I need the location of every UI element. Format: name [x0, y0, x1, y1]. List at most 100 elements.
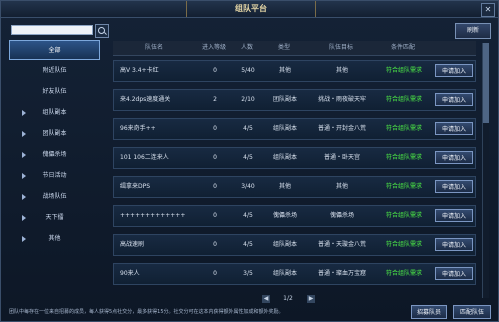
table-row[interactable]: 高V 3.4+卡红 0 5/40 其他 其他 符合组队需求 申请加入 — [113, 60, 476, 82]
entry-level: 2 — [213, 96, 217, 103]
chevron-right-icon — [22, 173, 26, 179]
social-points-tip: 团队中每存在一位来自招募的成员，每人获得5点社交分，最多获得15分。社交分可在这… — [9, 309, 284, 315]
next-page-button[interactable]: ▶ — [307, 295, 315, 303]
entry-level: 0 — [213, 241, 217, 248]
apply-join-button[interactable]: 申请加入 — [435, 64, 473, 77]
team-type: 傀儡杀场 — [272, 212, 297, 219]
column-header-count: 人数 — [240, 44, 253, 51]
search-input[interactable] — [11, 25, 93, 35]
match-status: 符合组队需求 — [385, 212, 422, 219]
match-status: 符合组队需求 — [385, 125, 422, 132]
table-row[interactable]: 高战速刷 0 4/5 组队副本 普通・天璇金八荒 符合组队需求 申请加入 — [113, 234, 476, 256]
sidebar-item-festival[interactable]: 节日活动 — [9, 166, 100, 186]
window-title: 组队平台 — [235, 4, 267, 13]
team-target: 普通・卧天宫 — [323, 154, 360, 161]
column-header-type: 类型 — [277, 44, 290, 51]
team-name: 101 106二连来人 — [120, 154, 169, 161]
title-bar: 组队平台 ✕ — [1, 1, 498, 18]
member-count: 4/5 — [243, 125, 253, 132]
match-status: 符合组队需求 — [385, 154, 422, 161]
member-count: 3/5 — [243, 270, 253, 277]
sidebar-item-raid[interactable]: 团队副本 — [9, 124, 100, 144]
team-name: 96来奇手++ — [120, 125, 156, 132]
chevron-right-icon — [22, 131, 26, 137]
member-count: 4/5 — [243, 212, 253, 219]
entry-level: 0 — [213, 154, 217, 161]
team-platform-window: 组队平台 ✕ 刷新 全部 附近队伍 好友队伍 组队副本 团队副本 傀儡杀场 节日… — [0, 0, 499, 322]
sidebar-item-other[interactable]: 其他 — [9, 229, 100, 249]
table-row[interactable]: 90来人 0 3/5 组队副本 普通・璨血万宝窟 符合组队需求 申请加入 — [113, 263, 476, 285]
team-target: 傀儡杀场 — [329, 212, 354, 219]
chevron-right-icon — [22, 194, 26, 200]
sidebar-item-nearby[interactable]: 附近队伍 — [9, 61, 100, 81]
match-status: 符合组队需求 — [385, 183, 422, 190]
team-target: 其他 — [335, 183, 348, 190]
column-header-name: 队伍名 — [144, 44, 163, 51]
match-status: 符合组队需求 — [385, 270, 422, 277]
sidebar-item-label: 节日活动 — [42, 172, 67, 179]
apply-join-button[interactable]: 申请加入 — [435, 209, 473, 222]
sidebar-item-puppet[interactable]: 傀儡杀场 — [9, 145, 100, 165]
member-count: 3/40 — [241, 183, 255, 190]
team-name: 90来人 — [120, 270, 140, 277]
sidebar-item-all[interactable]: 全部 — [9, 40, 100, 60]
sidebar-item-label: 战场队伍 — [42, 193, 67, 200]
page-indicator: 1/2 — [283, 295, 293, 302]
apply-join-button[interactable]: 申请加入 — [435, 238, 473, 251]
prev-page-button[interactable]: ◀ — [262, 295, 270, 303]
table-header: 队伍名 进入等级 人数 类型 队伍目标 条件匹配 — [113, 41, 476, 56]
sidebar-item-label: 团队副本 — [42, 130, 67, 137]
team-type: 组队副本 — [272, 241, 297, 248]
apply-join-button[interactable]: 申请加入 — [435, 93, 473, 106]
member-count: 2/10 — [241, 96, 255, 103]
chevron-right-icon — [22, 110, 26, 116]
entry-level: 0 — [213, 125, 217, 132]
column-header-match: 条件匹配 — [390, 44, 415, 51]
apply-join-button[interactable]: 申请加入 — [435, 180, 473, 193]
team-type: 组队副本 — [272, 154, 297, 161]
table-row[interactable]: 来4.2dps速度通关 2 2/10 团队副本 挑战・雨夜破天牢 符合组队需求 … — [113, 89, 476, 111]
sidebar-item-battlefield[interactable]: 战场队伍 — [9, 187, 100, 207]
apply-join-button[interactable]: 申请加入 — [435, 122, 473, 135]
member-count: 4/5 — [243, 154, 253, 161]
table-row[interactable]: 96来奇手++ 0 4/5 组队副本 普通・开封金八荒 符合组队需求 申请加入 — [113, 118, 476, 140]
recruit-members-button[interactable]: 招募队员 — [411, 305, 447, 319]
table-scrollbar[interactable] — [482, 43, 489, 298]
team-type: 组队副本 — [272, 270, 297, 277]
team-target: 普通・璨血万宝窟 — [317, 270, 366, 277]
team-name: 缉拿来DPS — [120, 183, 151, 190]
team-target: 其他 — [335, 67, 348, 74]
chevron-right-icon — [22, 152, 26, 158]
entry-level: 0 — [213, 212, 217, 219]
table-row[interactable]: 缉拿来DPS 0 3/40 其他 其他 符合组队需求 申请加入 — [113, 176, 476, 198]
team-name: 高V 3.4+卡红 — [120, 67, 159, 74]
table-row[interactable]: +++++++++++++ 0 4/5 傀儡杀场 傀儡杀场 符合组队需求 申请加… — [113, 205, 476, 227]
entry-level: 0 — [213, 183, 217, 190]
team-name: 来4.2dps速度通关 — [120, 96, 171, 103]
column-header-level: 进入等级 — [201, 44, 226, 51]
team-target: 挑战・雨夜破天牢 — [317, 96, 366, 103]
search-icon[interactable] — [95, 24, 109, 38]
scrollbar-thumb[interactable] — [483, 43, 489, 123]
apply-join-button[interactable]: 申请加入 — [435, 151, 473, 164]
sidebar-item-team-dungeon[interactable]: 组队副本 — [9, 103, 100, 123]
sidebar-item-label: 组队副本 — [42, 109, 67, 116]
sidebar-item-arena[interactable]: 天下擂 — [9, 208, 100, 228]
member-count: 5/40 — [241, 67, 255, 74]
sidebar-item-friends[interactable]: 好友队伍 — [9, 82, 100, 102]
sidebar-item-label: 全部 — [48, 47, 61, 54]
refresh-button[interactable]: 刷新 — [455, 23, 491, 39]
match-status: 符合组队需求 — [385, 241, 422, 248]
category-sidebar: 全部 附近队伍 好友队伍 组队副本 团队副本 傀儡杀场 节日活动 战场队伍 天下… — [9, 40, 100, 300]
sidebar-item-label: 其他 — [48, 235, 61, 242]
team-name: +++++++++++++ — [120, 212, 186, 219]
table-row[interactable]: 101 106二连来人 0 4/5 组队副本 普通・卧天宫 符合组队需求 申请加… — [113, 147, 476, 169]
team-name: 高战速刷 — [120, 241, 145, 248]
apply-join-button[interactable]: 申请加入 — [435, 267, 473, 280]
entry-level: 0 — [213, 67, 217, 74]
chevron-right-icon — [22, 236, 26, 242]
member-count: 4/5 — [243, 241, 253, 248]
close-icon[interactable]: ✕ — [481, 3, 495, 17]
match-team-button[interactable]: 匹配队伍 — [453, 305, 491, 319]
sidebar-item-label: 天下擂 — [45, 214, 64, 221]
